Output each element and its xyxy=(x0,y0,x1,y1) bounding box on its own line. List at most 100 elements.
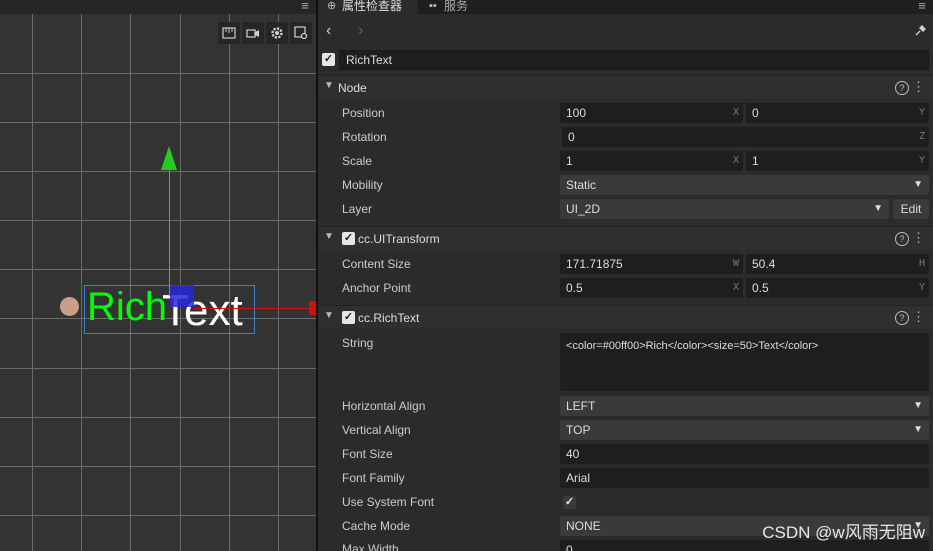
tab-label: 服务 xyxy=(444,0,469,13)
value: Static xyxy=(566,178,597,192)
value: UI_2D xyxy=(566,202,601,216)
content-height-input[interactable]: 50.4 H xyxy=(746,254,929,274)
cache-mode-label: Cache Mode xyxy=(342,519,411,533)
scene-view[interactable]: ≡ Rich Text xyxy=(0,0,316,551)
scene-topbar xyxy=(0,0,316,14)
use-system-font-checkbox[interactable]: ✓ xyxy=(563,496,576,509)
horizontal-align-label: Horizontal Align xyxy=(342,399,426,413)
x-axis-arrow[interactable] xyxy=(309,301,316,315)
scene-menu-icon[interactable]: ≡ xyxy=(298,0,312,14)
value: 50.4 xyxy=(752,257,776,271)
layer-label: Layer xyxy=(342,202,373,216)
grid-line xyxy=(180,14,181,551)
axis-suffix: X xyxy=(732,107,739,118)
camera-icon[interactable] xyxy=(242,22,264,44)
value: 1 xyxy=(566,154,573,168)
layer-select[interactable]: UI_2D ▼ xyxy=(560,199,889,219)
help-icon[interactable]: ? xyxy=(895,81,909,95)
mobility-select[interactable]: Static ▼ xyxy=(560,175,929,195)
forward-icon[interactable]: › xyxy=(358,22,363,40)
content-size-label: Content Size xyxy=(342,257,411,271)
node-section-header[interactable]: ▼ Node ? ⋮ xyxy=(318,75,933,99)
camera-gizmo[interactable] xyxy=(60,297,79,316)
watermark: CSDN @w风雨无阻w xyxy=(762,523,925,542)
more-icon[interactable]: ⋮ xyxy=(912,309,925,325)
component-enabled-checkbox[interactable]: ✓ xyxy=(342,232,355,245)
vertical-align-label: Vertical Align xyxy=(342,423,411,437)
mobility-label: Mobility xyxy=(342,178,383,192)
position-label: Position xyxy=(342,106,385,120)
horizontal-align-select[interactable]: LEFT ▼ xyxy=(560,396,929,416)
value: LEFT xyxy=(566,399,596,413)
y-axis-arrow[interactable] xyxy=(161,146,177,170)
scale-x-input[interactable]: 1X xyxy=(560,151,743,171)
uitransform-section-header[interactable]: ▼ ✓ cc.UITransform ? ⋮ xyxy=(318,226,933,250)
axis-suffix: W xyxy=(732,258,739,269)
value: 0.5 xyxy=(566,281,583,295)
back-icon[interactable]: ‹ xyxy=(326,22,331,40)
max-width-label: Max Width xyxy=(342,542,399,551)
richtext-section-header[interactable]: ▼ ✓ cc.RichText ? ⋮ xyxy=(318,305,933,329)
tab-inspector[interactable]: ⊕ 属性检查器 xyxy=(318,0,418,14)
more-icon[interactable]: ⋮ xyxy=(912,79,925,95)
scale-y-input[interactable]: 1Y xyxy=(746,151,929,171)
axis-suffix: X xyxy=(732,282,739,293)
component-enabled-checkbox[interactable]: ✓ xyxy=(342,311,355,324)
help-icon[interactable]: ? xyxy=(895,311,909,325)
axis-suffix: Y xyxy=(918,282,925,293)
axis-suffix: Y xyxy=(918,155,925,166)
section-title: cc.RichText xyxy=(358,311,420,325)
xy-plane-handle[interactable] xyxy=(170,285,194,307)
position-x-input[interactable]: 100 X xyxy=(560,103,743,123)
grid-line xyxy=(130,14,131,551)
panel-menu-icon[interactable]: ≡ xyxy=(915,0,929,14)
node-name-input[interactable]: RichText xyxy=(339,50,929,70)
x-axis-handle[interactable] xyxy=(194,308,312,309)
chevron-down-icon: ▼ xyxy=(913,179,923,190)
font-size-input[interactable]: 40 xyxy=(560,444,929,464)
scale-label: Scale xyxy=(342,154,373,168)
grid-line xyxy=(0,417,316,418)
position-y-input[interactable]: 0Y xyxy=(746,103,929,123)
collapse-icon[interactable]: ▼ xyxy=(324,231,334,242)
collapse-icon[interactable]: ▼ xyxy=(324,310,334,321)
grid-line xyxy=(0,73,316,74)
chevron-down-icon: ▼ xyxy=(913,424,923,435)
vertical-align-select[interactable]: TOP ▼ xyxy=(560,420,929,440)
anchor-y-input[interactable]: 0.5 Y xyxy=(746,278,929,298)
grid-line xyxy=(0,220,316,221)
layer-edit-button[interactable]: Edit xyxy=(893,199,929,219)
axis-suffix: Y xyxy=(918,107,925,118)
string-textarea[interactable]: <color=#00ff00>Rich</color><size=50>Text… xyxy=(560,333,929,391)
section-title: Node xyxy=(338,81,367,95)
content-width-input[interactable]: 171.71875 W xyxy=(560,254,743,274)
gear-icon[interactable] xyxy=(266,22,288,44)
collapse-icon[interactable]: ▼ xyxy=(324,80,334,91)
value: 0.5 xyxy=(752,281,769,295)
font-family-input[interactable]: Arial xyxy=(560,468,929,488)
font-family-label: Font Family xyxy=(342,471,405,485)
chevron-down-icon: ▼ xyxy=(873,203,883,214)
axis-suffix: X xyxy=(732,155,739,166)
grid-line xyxy=(32,14,33,551)
rotation-label: Rotation xyxy=(342,130,387,144)
inspector-icon: ⊕ xyxy=(327,0,337,12)
y-axis-handle[interactable] xyxy=(169,168,170,296)
grid-line xyxy=(81,14,82,551)
services-icon: ▪▪ xyxy=(429,0,437,12)
more-icon[interactable]: ⋮ xyxy=(912,230,925,246)
anchor-x-input[interactable]: 0.5 X xyxy=(560,278,743,298)
string-label: String xyxy=(342,336,374,350)
section-title: cc.UITransform xyxy=(358,232,440,246)
font-size-label: Font Size xyxy=(342,447,393,461)
tab-services[interactable]: ▪▪ 服务 xyxy=(420,0,480,14)
node-active-checkbox[interactable]: ✓ xyxy=(322,53,335,66)
ruler-icon[interactable] xyxy=(218,22,240,44)
scene-toolbar xyxy=(218,22,312,44)
view-icon[interactable] xyxy=(290,22,312,44)
help-icon[interactable]: ? xyxy=(895,232,909,246)
grid-line xyxy=(278,14,279,551)
pin-icon[interactable] xyxy=(915,24,927,39)
use-system-font-label: Use System Font xyxy=(342,495,435,509)
rotation-z-input[interactable]: 0Z xyxy=(562,127,929,147)
